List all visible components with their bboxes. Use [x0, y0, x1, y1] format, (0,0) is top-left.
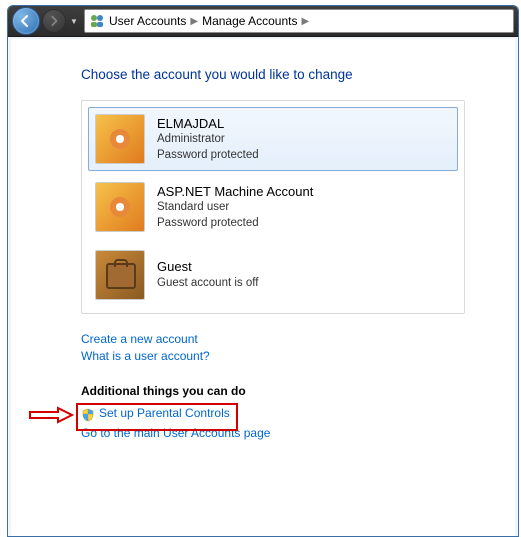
account-name: ASP.NET Machine Account [157, 183, 313, 201]
user-accounts-icon [89, 13, 105, 29]
breadcrumb[interactable]: User Accounts ▶ Manage Accounts ▶ [84, 9, 514, 33]
create-account-link[interactable]: Create a new account [81, 332, 198, 346]
back-arrow-icon [19, 14, 33, 28]
account-info: GuestGuest account is off [157, 258, 258, 291]
shield-icon [81, 408, 95, 422]
parental-controls-link[interactable]: Set up Parental Controls [99, 406, 230, 420]
forward-arrow-icon [48, 15, 60, 27]
account-item[interactable]: ASP.NET Machine AccountStandard userPass… [88, 175, 458, 239]
account-picture [95, 114, 145, 164]
account-type: Guest account is off [157, 276, 258, 292]
chevron-right-icon: ▶ [301, 16, 309, 27]
account-picture [95, 250, 145, 300]
breadcrumb-item[interactable]: Manage Accounts [202, 14, 297, 28]
breadcrumb-item[interactable]: User Accounts [109, 14, 186, 28]
forward-button [42, 9, 66, 33]
chevron-right-icon: ▶ [190, 16, 198, 27]
account-status: Password protected [157, 148, 259, 164]
navigation-bar: ▼ User Accounts ▶ Manage Accounts ▶ [8, 6, 518, 37]
main-user-accounts-link[interactable]: Go to the main User Accounts page [81, 426, 270, 440]
control-panel-window: ▼ User Accounts ▶ Manage Accounts ▶ Choo… [7, 5, 519, 537]
account-name: ELMAJDAL [157, 115, 259, 133]
accounts-list: ELMAJDALAdministratorPassword protectedA… [81, 100, 465, 314]
links-block: Create a new account What is a user acco… [81, 332, 515, 443]
account-type: Standard user [157, 200, 313, 216]
content-pane: Choose the account you would like to cha… [11, 39, 515, 536]
account-info: ELMAJDALAdministratorPassword protected [157, 115, 259, 164]
account-item[interactable]: GuestGuest account is off [88, 243, 458, 307]
additional-heading: Additional things you can do [81, 384, 515, 398]
page-title: Choose the account you would like to cha… [81, 67, 515, 82]
account-picture [95, 182, 145, 232]
account-type: Administrator [157, 132, 259, 148]
account-item[interactable]: ELMAJDALAdministratorPassword protected [88, 107, 458, 171]
back-button[interactable] [12, 7, 40, 35]
account-info: ASP.NET Machine AccountStandard userPass… [157, 183, 313, 232]
account-status: Password protected [157, 216, 313, 232]
account-name: Guest [157, 258, 258, 276]
nav-history-dropdown[interactable]: ▼ [68, 17, 80, 26]
what-is-user-account-link[interactable]: What is a user account? [81, 349, 210, 363]
